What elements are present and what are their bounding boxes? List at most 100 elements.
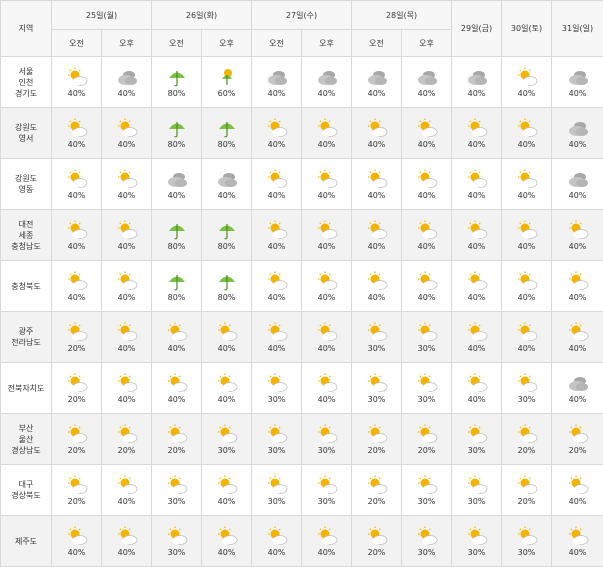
forecast-cell: 40%	[102, 465, 152, 516]
region-name-line: 전라남도	[1, 337, 51, 348]
table-row: 서울인천경기도40%40%80%60%40%40%40%40%40%40%40%	[1, 57, 603, 108]
partly-cloudy-icon	[316, 322, 338, 342]
region-name: 대전세종충청남도	[1, 210, 52, 261]
region-header: 지역	[1, 1, 52, 57]
partly-cloudy-icon	[266, 220, 288, 240]
forecast-cell: 80%	[152, 108, 202, 159]
forecast-cell: 30%	[452, 516, 502, 567]
forecast-cell: 40%	[552, 261, 603, 312]
precipitation-probability: 40%	[518, 293, 536, 302]
partly-cloudy-icon	[266, 271, 288, 291]
forecast-cell: 40%	[452, 363, 502, 414]
forecast-cell: 80%	[152, 261, 202, 312]
precipitation-probability: 40%	[518, 242, 536, 251]
precipitation-probability: 80%	[218, 140, 236, 149]
precipitation-probability: 40%	[318, 140, 336, 149]
precipitation-probability: 30%	[268, 395, 286, 404]
forecast-cell: 40%	[352, 210, 402, 261]
precipitation-probability: 40%	[318, 548, 336, 557]
forecast-cell: 40%	[252, 261, 302, 312]
partly-cloudy-icon	[416, 475, 438, 495]
precipitation-probability: 30%	[418, 395, 436, 404]
partly-cloudy-icon	[266, 475, 288, 495]
precipitation-probability: 40%	[68, 191, 86, 200]
region-name: 충청북도	[1, 261, 52, 312]
partly-cloudy-icon	[366, 220, 388, 240]
precipitation-probability: 40%	[168, 395, 186, 404]
precipitation-probability: 40%	[118, 344, 136, 353]
partly-cloudy-icon	[116, 169, 138, 189]
region-name: 광주전라남도	[1, 312, 52, 363]
partly-cloudy-icon	[466, 373, 488, 393]
forecast-cell: 40%	[452, 159, 502, 210]
forecast-cell: 40%	[302, 108, 352, 159]
precipitation-probability: 40%	[68, 140, 86, 149]
precipitation-probability: 20%	[118, 446, 136, 455]
region-name-line: 경상북도	[1, 490, 51, 501]
day-header: 26일(화)	[152, 1, 252, 30]
forecast-cell: 40%	[102, 516, 152, 567]
partly-cloudy-icon	[66, 271, 88, 291]
forecast-cell: 40%	[552, 363, 603, 414]
forecast-cell: 80%	[152, 57, 202, 108]
precipitation-probability: 40%	[168, 191, 186, 200]
forecast-cell: 40%	[52, 108, 102, 159]
forecast-cell: 40%	[52, 57, 102, 108]
partly-cloudy-icon	[166, 373, 188, 393]
cloudy-icon	[266, 67, 288, 87]
forecast-cell: 20%	[352, 465, 402, 516]
forecast-cell: 40%	[552, 108, 603, 159]
precipitation-probability: 30%	[368, 395, 386, 404]
precipitation-probability: 20%	[68, 344, 86, 353]
day-header: 29일(금)	[452, 1, 502, 57]
precipitation-probability: 40%	[418, 191, 436, 200]
partly-cloudy-icon	[316, 169, 338, 189]
forecast-cell: 40%	[102, 210, 152, 261]
forecast-cell: 80%	[202, 210, 252, 261]
region-name-line: 세종	[1, 230, 51, 241]
region-name: 강원도영서	[1, 108, 52, 159]
region-name: 제주도	[1, 516, 52, 567]
forecast-cell: 60%	[202, 57, 252, 108]
forecast-cell: 40%	[302, 363, 352, 414]
partly-cloudy-icon	[66, 526, 88, 546]
region-name-line: 대전	[1, 219, 51, 230]
precipitation-probability: 40%	[318, 191, 336, 200]
partly-cloudy-icon	[516, 424, 538, 444]
partly-cloudy-icon	[516, 526, 538, 546]
forecast-cell: 40%	[352, 57, 402, 108]
forecast-cell: 40%	[152, 363, 202, 414]
precipitation-probability: 40%	[118, 242, 136, 251]
region-name: 부산울산경상남도	[1, 414, 52, 465]
forecast-cell: 40%	[402, 159, 452, 210]
forecast-cell: 40%	[102, 159, 152, 210]
precipitation-probability: 30%	[318, 446, 336, 455]
forecast-cell: 30%	[402, 516, 452, 567]
precipitation-probability: 30%	[418, 497, 436, 506]
partly-cloudy-icon	[567, 424, 589, 444]
partly-cloudy-icon	[266, 118, 288, 138]
forecast-cell: 30%	[402, 363, 452, 414]
partly-cloudy-icon	[116, 526, 138, 546]
precipitation-probability: 30%	[418, 548, 436, 557]
cloudy-icon	[216, 169, 238, 189]
pm-header: 오후	[302, 30, 352, 57]
precipitation-probability: 80%	[168, 242, 186, 251]
precipitation-probability: 30%	[218, 446, 236, 455]
region-name-line: 강원도	[1, 122, 51, 133]
table-row: 광주전라남도20%40%40%40%40%40%30%30%40%40%40%	[1, 312, 603, 363]
forecast-cell: 80%	[202, 108, 252, 159]
forecast-cell: 30%	[152, 465, 202, 516]
precipitation-probability: 40%	[518, 140, 536, 149]
forecast-cell: 40%	[302, 57, 352, 108]
precipitation-probability: 40%	[569, 242, 587, 251]
partly-cloudy-icon	[266, 373, 288, 393]
region-name-line: 광주	[1, 326, 51, 337]
region-name: 전북자치도	[1, 363, 52, 414]
forecast-cell: 20%	[52, 414, 102, 465]
precipitation-probability: 40%	[569, 89, 587, 98]
weather-forecast-table: 지역25일(월)26일(화)27일(수)28일(목)29일(금)30일(토)31…	[0, 0, 603, 567]
partly-cloudy-icon	[366, 526, 388, 546]
precipitation-probability: 40%	[218, 191, 236, 200]
region-name: 강원도영동	[1, 159, 52, 210]
